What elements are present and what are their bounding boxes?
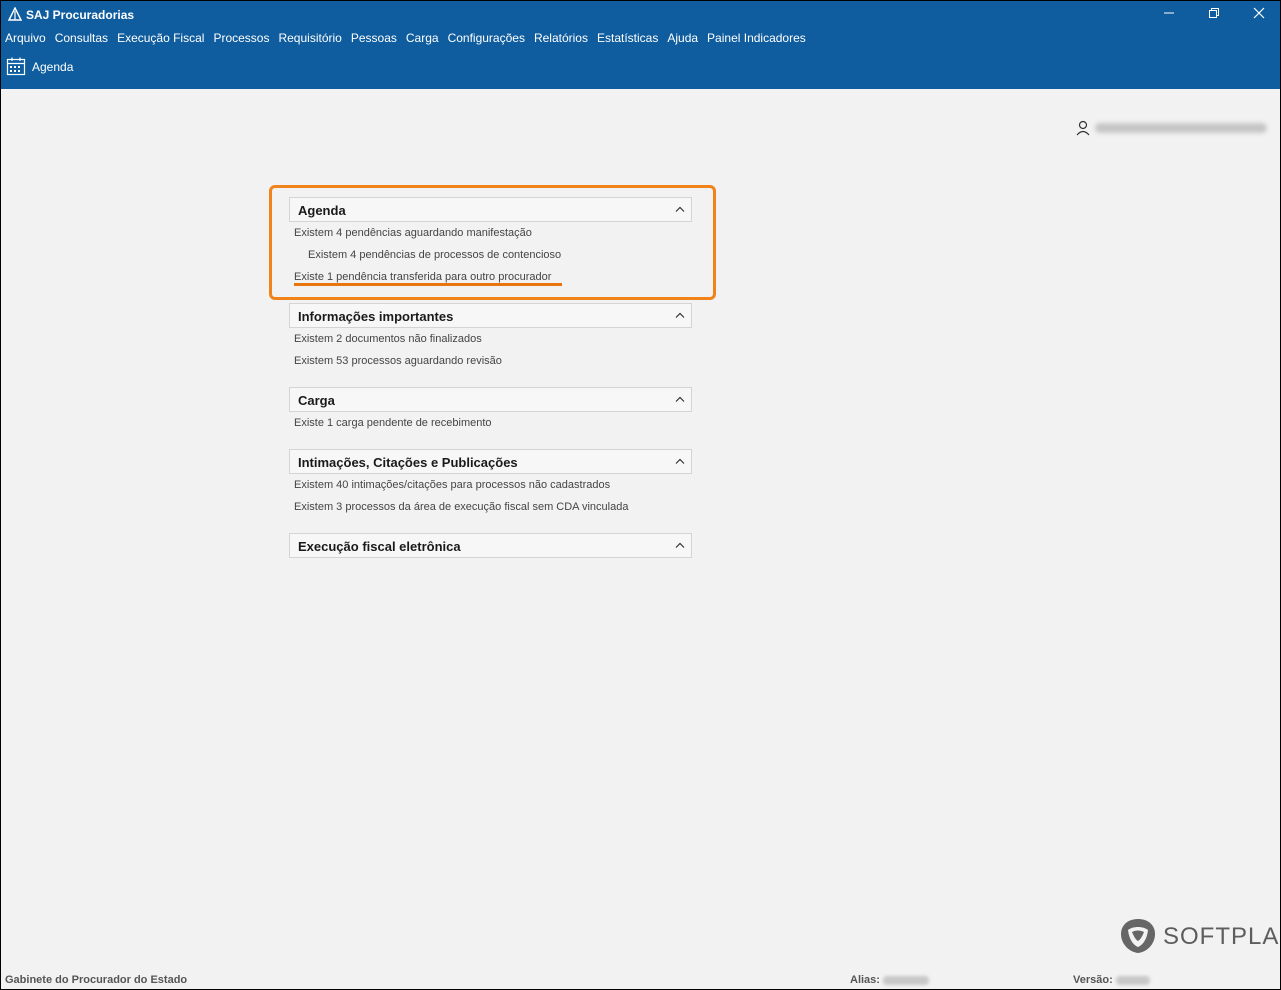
title-bar: SAJ Procuradorias (1, 1, 1280, 28)
section-title: Carga (298, 393, 335, 408)
window-title: SAJ Procuradorias (26, 8, 135, 22)
status-location: Gabinete do Procurador do Estado (5, 974, 188, 986)
menu-configuracoes[interactable]: Configurações (444, 28, 528, 45)
menu-ajuda[interactable]: Ajuda (663, 28, 701, 45)
menu-arquivo[interactable]: Arquivo (1, 28, 49, 45)
toolbar: Agenda (1, 49, 1280, 89)
section-carga: Carga Existe 1 carga pendente de recebim… (289, 387, 692, 434)
section-intimacoes: Intimações, Citações e Publicações Exist… (289, 449, 692, 518)
menu-painel-indicadores[interactable]: Painel Indicadores (703, 28, 809, 45)
close-icon (1253, 7, 1265, 19)
menu-carga[interactable]: Carga (402, 28, 442, 45)
chevron-up-icon[interactable] (675, 396, 685, 402)
chevron-up-icon[interactable] (675, 458, 685, 464)
restore-button[interactable] (1191, 1, 1237, 28)
status-alias-label: Alias: (850, 974, 880, 986)
chevron-up-icon[interactable] (675, 542, 685, 548)
section-informacoes: Informações importantes Existem 2 docume… (289, 303, 692, 372)
menu-relatorios[interactable]: Relatórios (530, 28, 591, 45)
menu-consultas[interactable]: Consultas (51, 28, 111, 45)
section-header-informacoes[interactable]: Informações importantes (289, 303, 692, 328)
menu-pessoas[interactable]: Pessoas (347, 28, 400, 45)
user-icon (1076, 120, 1090, 136)
intimacoes-item-nao-cadastrados[interactable]: Existem 40 intimações/citações para proc… (289, 474, 692, 496)
menu-estatisticas[interactable]: Estatísticas (593, 28, 661, 45)
calendar-icon (6, 57, 26, 76)
status-alias: Alias: (850, 974, 929, 986)
status-versao-value-redacted (1115, 975, 1150, 985)
menu-requisitorio[interactable]: Requisitório (274, 28, 344, 45)
menu-processos[interactable]: Processos (209, 28, 272, 45)
info-item-revisao[interactable]: Existem 53 processos aguardando revisão (289, 350, 692, 372)
restore-icon (1209, 8, 1219, 18)
section-header-intimacoes[interactable]: Intimações, Citações e Publicações (289, 449, 692, 474)
carga-item-pendente[interactable]: Existe 1 carga pendente de recebimento (289, 412, 692, 434)
section-execucao-fiscal: Execução fiscal eletrônica (289, 533, 692, 558)
section-header-carga[interactable]: Carga (289, 387, 692, 412)
app-window: SAJ Procuradorias Arquivo Consultas Execuç… (0, 0, 1281, 990)
highlight-annotation-underline (294, 283, 562, 286)
intimacoes-item-sem-cda[interactable]: Existem 3 processos da área de execução … (289, 496, 692, 518)
minimize-button[interactable] (1146, 1, 1192, 28)
status-versao-label: Versão: (1073, 974, 1113, 986)
user-name-redacted (1095, 123, 1267, 133)
section-header-execucao-fiscal[interactable]: Execução fiscal eletrônica (289, 533, 692, 558)
chevron-up-icon[interactable] (675, 312, 685, 318)
softplan-logo-icon (1121, 919, 1155, 953)
status-bar: Gabinete do Procurador do Estado Alias: … (1, 971, 1280, 989)
section-title: Execução fiscal eletrônica (298, 539, 461, 554)
info-item-documentos[interactable]: Existem 2 documentos não finalizados (289, 328, 692, 350)
menu-execucao-fiscal[interactable]: Execução Fiscal (113, 28, 207, 45)
app-logo-icon (8, 7, 22, 21)
section-title: Informações importantes (298, 309, 454, 324)
status-alias-value-redacted (882, 975, 929, 985)
section-title: Intimações, Citações e Publicações (298, 455, 518, 470)
minimize-icon (1164, 12, 1174, 14)
agenda-toolbar-label: Agenda (32, 60, 74, 74)
menu-bar: Arquivo Consultas Execução Fiscal Processos… (1, 28, 1280, 49)
close-button[interactable] (1236, 1, 1280, 28)
softplan-logo-text: SOFTPLAN (1163, 923, 1280, 950)
status-versao: Versão: (1073, 974, 1150, 986)
